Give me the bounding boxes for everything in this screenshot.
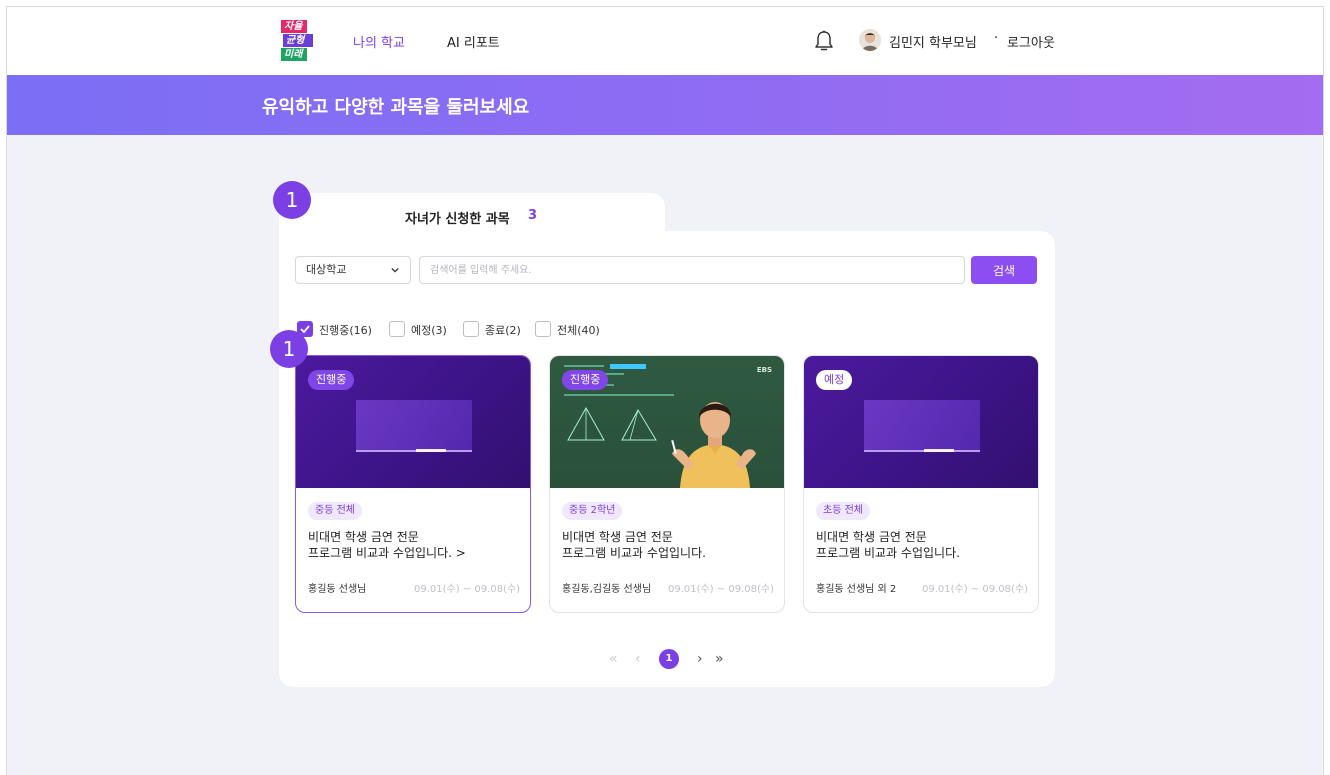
status-badge: 예정 xyxy=(816,370,853,390)
status-badge: 진행중 xyxy=(562,370,609,390)
screen-illustration xyxy=(864,400,980,452)
nav-my-school[interactable]: 나의 학교 xyxy=(353,32,405,51)
tab-count: 3 xyxy=(528,208,538,223)
board-highlight xyxy=(610,364,646,369)
course-panel: 대상학교 검색 진행중(16) 예정(3) 종료(2) xyxy=(279,231,1055,687)
course-title-line: 비대면 학생 금연 전문 xyxy=(816,530,927,544)
course-title-line: 비대면 학생 금연 전문 xyxy=(562,530,673,544)
grade-tag: 초등 전체 xyxy=(816,502,870,520)
page-banner: 유익하고 다양한 과목을 둘러보세요 xyxy=(7,75,1323,135)
course-title: 비대면 학생 금연 전문 프로그램 비교과 수업입니다. xyxy=(562,529,772,561)
filter-label: 종료(2) xyxy=(485,324,521,337)
board-line xyxy=(564,394,674,396)
brand-logo[interactable]: 자율 균형 미래 xyxy=(281,20,313,64)
course-title: 비대면 학생 금연 전문 프로그램 비교과 수업입니다. > xyxy=(308,529,518,561)
ebs-logo: EBS xyxy=(756,366,772,374)
grade-tag: 중등 2학년 xyxy=(562,502,623,520)
filter-label: 전체(40) xyxy=(557,324,600,337)
school-select-value: 대상학교 xyxy=(306,263,347,276)
school-select[interactable]: 대상학교 xyxy=(295,256,411,284)
notification-bell-icon[interactable] xyxy=(813,29,835,53)
course-title-line: 비대면 학생 금연 전문 xyxy=(308,530,419,544)
course-thumbnail: 진행중 xyxy=(296,356,530,488)
nav-ai-report[interactable]: AI 리포트 xyxy=(447,32,500,51)
course-date: 09.01(수) ~ 09.08(수) xyxy=(414,584,520,595)
course-title: 비대면 학생 금연 전문 프로그램 비교과 수업입니다. xyxy=(816,529,1026,561)
course-card[interactable]: 진행중 중등 전체 비대면 학생 금연 전문 프로그램 비교과 수업입니다. >… xyxy=(295,355,531,613)
page-last-button[interactable]: » xyxy=(715,649,724,669)
course-card[interactable]: EBS 진행중 중등 2학년 비대면 학생 금연 전문 프로그램 비교과 수업입… xyxy=(549,355,785,613)
triangle-diagram xyxy=(567,406,657,441)
logout-link[interactable]: 로그아웃 xyxy=(1007,32,1055,51)
course-title-line: 프로그램 비교과 수업입니다. > xyxy=(308,546,466,560)
grade-tag: 중등 전체 xyxy=(308,502,362,520)
chevron-down-icon xyxy=(391,267,399,273)
page-first-button[interactable]: « xyxy=(609,649,618,669)
course-teacher: 홍길동,김길동 선생님 xyxy=(562,584,652,595)
logo-line-3: 미래 xyxy=(281,48,307,61)
user-name: 김민지 학부모님 xyxy=(889,36,977,51)
course-teacher: 홍길동 선생님 외 2 xyxy=(816,584,897,595)
step-badge-card: 1 xyxy=(270,330,308,368)
screen-illustration xyxy=(356,400,472,452)
page-next-button[interactable]: › xyxy=(697,649,703,669)
user-avatar[interactable] xyxy=(859,29,881,51)
course-thumbnail: EBS 진행중 xyxy=(550,356,784,488)
page-prev-button[interactable]: ‹ xyxy=(635,649,641,669)
filter-label: 진행중(16) xyxy=(319,324,372,337)
status-badge: 진행중 xyxy=(308,370,355,390)
app-window: 자율 균형 미래 나의 학교 AI 리포트 김민지 학부모님 · 로그아웃 유익… xyxy=(6,6,1324,775)
tab-label: 자녀가 신청한 과목 xyxy=(405,212,510,227)
course-thumbnail: 예정 xyxy=(804,356,1038,488)
checkbox-icon xyxy=(389,321,405,337)
filter-label: 예정(3) xyxy=(411,324,447,337)
course-card[interactable]: 예정 초등 전체 비대면 학생 금연 전문 프로그램 비교과 수업입니다. 홍길… xyxy=(803,355,1039,613)
step-badge-tab: 1 xyxy=(273,181,311,219)
course-date: 09.01(수) ~ 09.08(수) xyxy=(922,584,1028,595)
logo-line-2: 균형 xyxy=(283,34,313,47)
course-title-line: 프로그램 비교과 수업입니다. xyxy=(562,546,706,560)
page-number-current[interactable]: 1 xyxy=(659,649,679,669)
course-date: 09.01(수) ~ 09.08(수) xyxy=(668,584,774,595)
top-navigation-bar: 자율 균형 미래 나의 학교 AI 리포트 김민지 학부모님 · 로그아웃 xyxy=(7,7,1323,75)
banner-title: 유익하고 다양한 과목을 둘러보세요 xyxy=(262,97,530,118)
checkbox-icon xyxy=(535,321,551,337)
search-button[interactable]: 검색 xyxy=(971,256,1037,284)
header-separator: · xyxy=(994,31,999,46)
teacher-figure xyxy=(671,402,756,488)
course-title-line: 프로그램 비교과 수업입니다. xyxy=(816,546,960,560)
course-teacher: 홍길동 선생님 xyxy=(308,584,367,595)
search-input[interactable] xyxy=(419,256,965,284)
logo-line-1: 자율 xyxy=(281,20,307,33)
checkbox-icon xyxy=(463,321,479,337)
board-line xyxy=(564,365,604,367)
